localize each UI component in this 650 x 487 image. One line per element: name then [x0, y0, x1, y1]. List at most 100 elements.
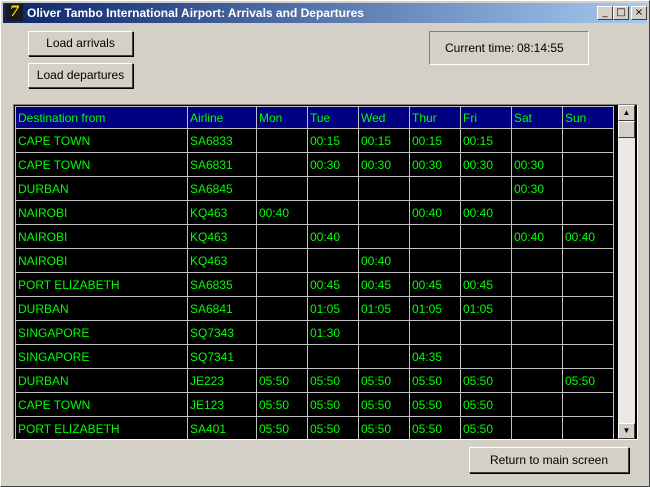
table-cell[interactable]: KQ463 — [187, 200, 257, 225]
table-cell[interactable]: 05:50 — [562, 368, 614, 393]
table-cell[interactable]: PORT ELIZABETH — [15, 272, 188, 297]
table-cell[interactable]: 00:15 — [460, 128, 512, 153]
table-cell[interactable] — [307, 200, 359, 225]
table-cell[interactable]: 00:40 — [409, 200, 461, 225]
close-button[interactable]: × — [631, 6, 647, 20]
table-cell[interactable] — [562, 152, 614, 177]
table-cell[interactable]: 00:30 — [460, 152, 512, 177]
scroll-up-icon[interactable]: ▲ — [618, 105, 635, 121]
table-cell[interactable]: 01:05 — [358, 296, 410, 321]
table-row[interactable]: DURBAN SA6841 01:05 01:05 01:05 01:05 — [15, 296, 614, 321]
table-cell[interactable]: SQ7343 — [187, 320, 257, 345]
table-cell[interactable]: 00:45 — [409, 272, 461, 297]
table-cell[interactable] — [358, 200, 410, 225]
table-cell[interactable]: 05:50 — [256, 392, 308, 417]
table-cell[interactable] — [409, 320, 461, 345]
table-cell[interactable] — [562, 416, 614, 439]
table-cell[interactable]: 05:50 — [358, 392, 410, 417]
load-arrivals-button[interactable]: Load arrivals — [28, 31, 133, 56]
table-cell[interactable] — [511, 392, 563, 417]
table-cell[interactable]: 05:50 — [460, 416, 512, 439]
table-cell[interactable]: KQ463 — [187, 224, 257, 249]
table-cell[interactable] — [562, 200, 614, 225]
table-cell[interactable]: 00:45 — [460, 272, 512, 297]
table-cell[interactable] — [358, 176, 410, 201]
table-cell[interactable] — [460, 248, 512, 273]
column-header[interactable]: Tue — [307, 106, 359, 129]
table-cell[interactable]: 05:50 — [358, 368, 410, 393]
table-cell[interactable] — [562, 248, 614, 273]
table-cell[interactable]: 00:30 — [307, 152, 359, 177]
table-cell[interactable]: SINGAPORE — [15, 344, 188, 369]
table-cell[interactable] — [562, 176, 614, 201]
table-cell[interactable] — [256, 248, 308, 273]
table-cell[interactable] — [460, 320, 512, 345]
table-cell[interactable]: 05:50 — [256, 368, 308, 393]
table-cell[interactable]: 00:40 — [460, 200, 512, 225]
table-cell[interactable]: SA401 — [187, 416, 257, 439]
table-row[interactable]: SINGAPORE SQ7341 04:35 — [15, 344, 614, 369]
table-row[interactable]: DURBAN SA6845 00:30 — [15, 176, 614, 201]
table-cell[interactable] — [562, 296, 614, 321]
table-row[interactable]: NAIROBI KQ463 00:40 — [15, 248, 614, 273]
table-cell[interactable] — [511, 296, 563, 321]
table-cell[interactable]: SINGAPORE — [15, 320, 188, 345]
column-header[interactable]: Destination from — [15, 106, 188, 129]
table-cell[interactable]: PORT ELIZABETH — [15, 416, 188, 439]
column-header[interactable]: Wed — [358, 106, 410, 129]
table-cell[interactable]: NAIROBI — [15, 200, 188, 225]
table-cell[interactable]: SA6835 — [187, 272, 257, 297]
table-cell[interactable]: SQ7341 — [187, 344, 257, 369]
flight-grid[interactable]: Destination from Airline Mon Tue Wed Thur Fri S… — [13, 104, 638, 440]
table-cell[interactable]: SA6833 — [187, 128, 257, 153]
table-row[interactable]: NAIROBI KQ463 00:40 00:40 00:40 — [15, 200, 614, 225]
table-cell[interactable]: CAPE TOWN — [15, 392, 188, 417]
table-cell[interactable] — [256, 296, 308, 321]
table-row[interactable]: NAIROBI KQ463 00:40 00:40 00:40 — [15, 224, 614, 249]
table-cell[interactable]: 00:30 — [511, 176, 563, 201]
table-cell[interactable]: 00:30 — [358, 152, 410, 177]
table-cell[interactable]: 00:15 — [307, 128, 359, 153]
table-cell[interactable]: 00:40 — [562, 224, 614, 249]
table-cell[interactable] — [460, 224, 512, 249]
load-departures-button[interactable]: Load departures — [28, 63, 133, 88]
table-cell[interactable] — [256, 176, 308, 201]
table-cell[interactable] — [307, 248, 359, 273]
table-cell[interactable]: 05:50 — [358, 416, 410, 439]
table-row[interactable]: CAPE TOWN JE123 05:50 05:50 05:50 05:50 05:50 — [15, 392, 614, 417]
table-cell[interactable]: DURBAN — [15, 296, 188, 321]
table-cell[interactable]: 01:05 — [409, 296, 461, 321]
table-cell[interactable] — [307, 344, 359, 369]
return-main-screen-button[interactable]: Return to main screen — [469, 447, 629, 473]
maximize-button[interactable]: □ — [613, 6, 629, 20]
scroll-thumb[interactable] — [618, 121, 635, 138]
table-cell[interactable]: JE123 — [187, 392, 257, 417]
table-cell[interactable] — [307, 176, 359, 201]
table-cell[interactable]: 05:50 — [307, 368, 359, 393]
table-cell[interactable] — [562, 272, 614, 297]
table-cell[interactable] — [562, 128, 614, 153]
table-cell[interactable]: DURBAN — [15, 368, 188, 393]
table-cell[interactable] — [409, 176, 461, 201]
table-cell[interactable]: 05:50 — [409, 416, 461, 439]
table-cell[interactable]: 01:05 — [460, 296, 512, 321]
table-cell[interactable] — [256, 320, 308, 345]
table-cell[interactable] — [256, 128, 308, 153]
table-cell[interactable]: 00:40 — [511, 224, 563, 249]
table-cell[interactable]: 01:30 — [307, 320, 359, 345]
column-header[interactable]: Airline — [187, 106, 257, 129]
table-cell[interactable] — [562, 392, 614, 417]
table-cell[interactable] — [256, 344, 308, 369]
table-cell[interactable]: 00:45 — [358, 272, 410, 297]
table-cell[interactable] — [358, 344, 410, 369]
table-cell[interactable] — [358, 224, 410, 249]
table-cell[interactable]: NAIROBI — [15, 248, 188, 273]
table-cell[interactable]: 05:50 — [307, 416, 359, 439]
table-cell[interactable]: 05:50 — [409, 392, 461, 417]
table-cell[interactable] — [460, 176, 512, 201]
table-cell[interactable] — [511, 368, 563, 393]
table-cell[interactable] — [511, 416, 563, 439]
table-cell[interactable] — [256, 152, 308, 177]
table-cell[interactable]: 05:50 — [460, 392, 512, 417]
table-cell[interactable]: 00:30 — [511, 152, 563, 177]
